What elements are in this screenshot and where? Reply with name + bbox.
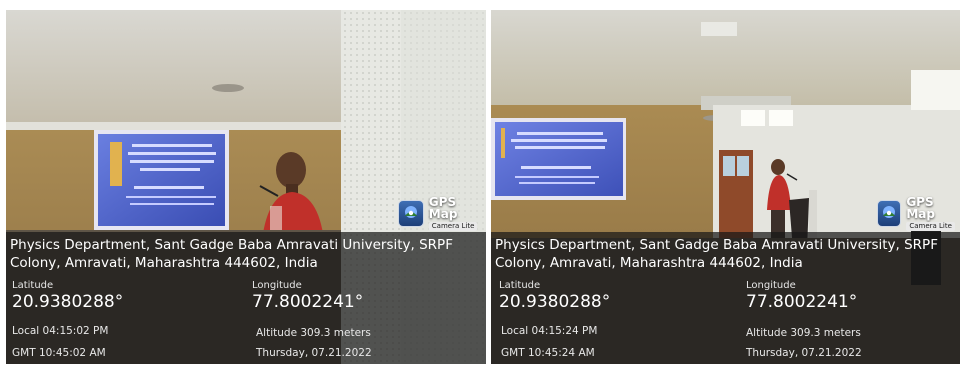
local-time: Local 04:15:02 PM: [12, 325, 109, 337]
gps-map-camera-logo-icon: [398, 199, 424, 227]
gmt-time: GMT 10:45:24 AM: [501, 347, 595, 359]
local-time: Local 04:15:24 PM: [501, 325, 598, 337]
gps-map-camera-badge: GPS Map Camera Lite: [877, 195, 960, 231]
latitude-value: 20.9380288°: [12, 292, 124, 312]
gmt-time: GMT 10:45:02 AM: [12, 347, 106, 359]
date-text: Thursday, 07.21.2022: [746, 347, 862, 359]
latitude-label: Latitude: [499, 280, 541, 291]
altitude: Altitude 309.3 meters: [256, 327, 371, 339]
gps-info-panel: Physics Department, Sant Gadge Baba Amra…: [6, 232, 486, 364]
badge-title: GPS Map: [906, 194, 935, 221]
photo-right: GPS Map Camera Lite Physics Department, …: [491, 10, 960, 364]
gps-map-camera-badge: GPS Map Camera Lite: [398, 195, 486, 231]
longitude-label: Longitude: [746, 280, 796, 291]
longitude-value: 77.8002241°: [252, 292, 364, 312]
latitude-value: 20.9380288°: [499, 292, 611, 312]
badge-title: GPS Map: [428, 194, 458, 221]
photo-pair: GPS Map Camera Lite Physics Department, …: [0, 0, 960, 365]
altitude: Altitude 309.3 meters: [746, 327, 861, 339]
date-text: Thursday, 07.21.2022: [256, 347, 372, 359]
address-text: Physics Department, Sant Gadge Baba Amra…: [495, 237, 938, 271]
badge-subtitle: Camera Lite: [906, 221, 955, 231]
latitude-label: Latitude: [12, 280, 54, 291]
gps-map-camera-logo-icon: [877, 199, 902, 227]
longitude-value: 77.8002241°: [746, 292, 858, 312]
longitude-label: Longitude: [252, 280, 302, 291]
badge-subtitle: Camera Lite: [428, 221, 478, 231]
address-text: Physics Department, Sant Gadge Baba Amra…: [10, 237, 453, 271]
gps-info-panel: Physics Department, Sant Gadge Baba Amra…: [491, 232, 960, 364]
photo-left: GPS Map Camera Lite Physics Department, …: [6, 10, 486, 364]
